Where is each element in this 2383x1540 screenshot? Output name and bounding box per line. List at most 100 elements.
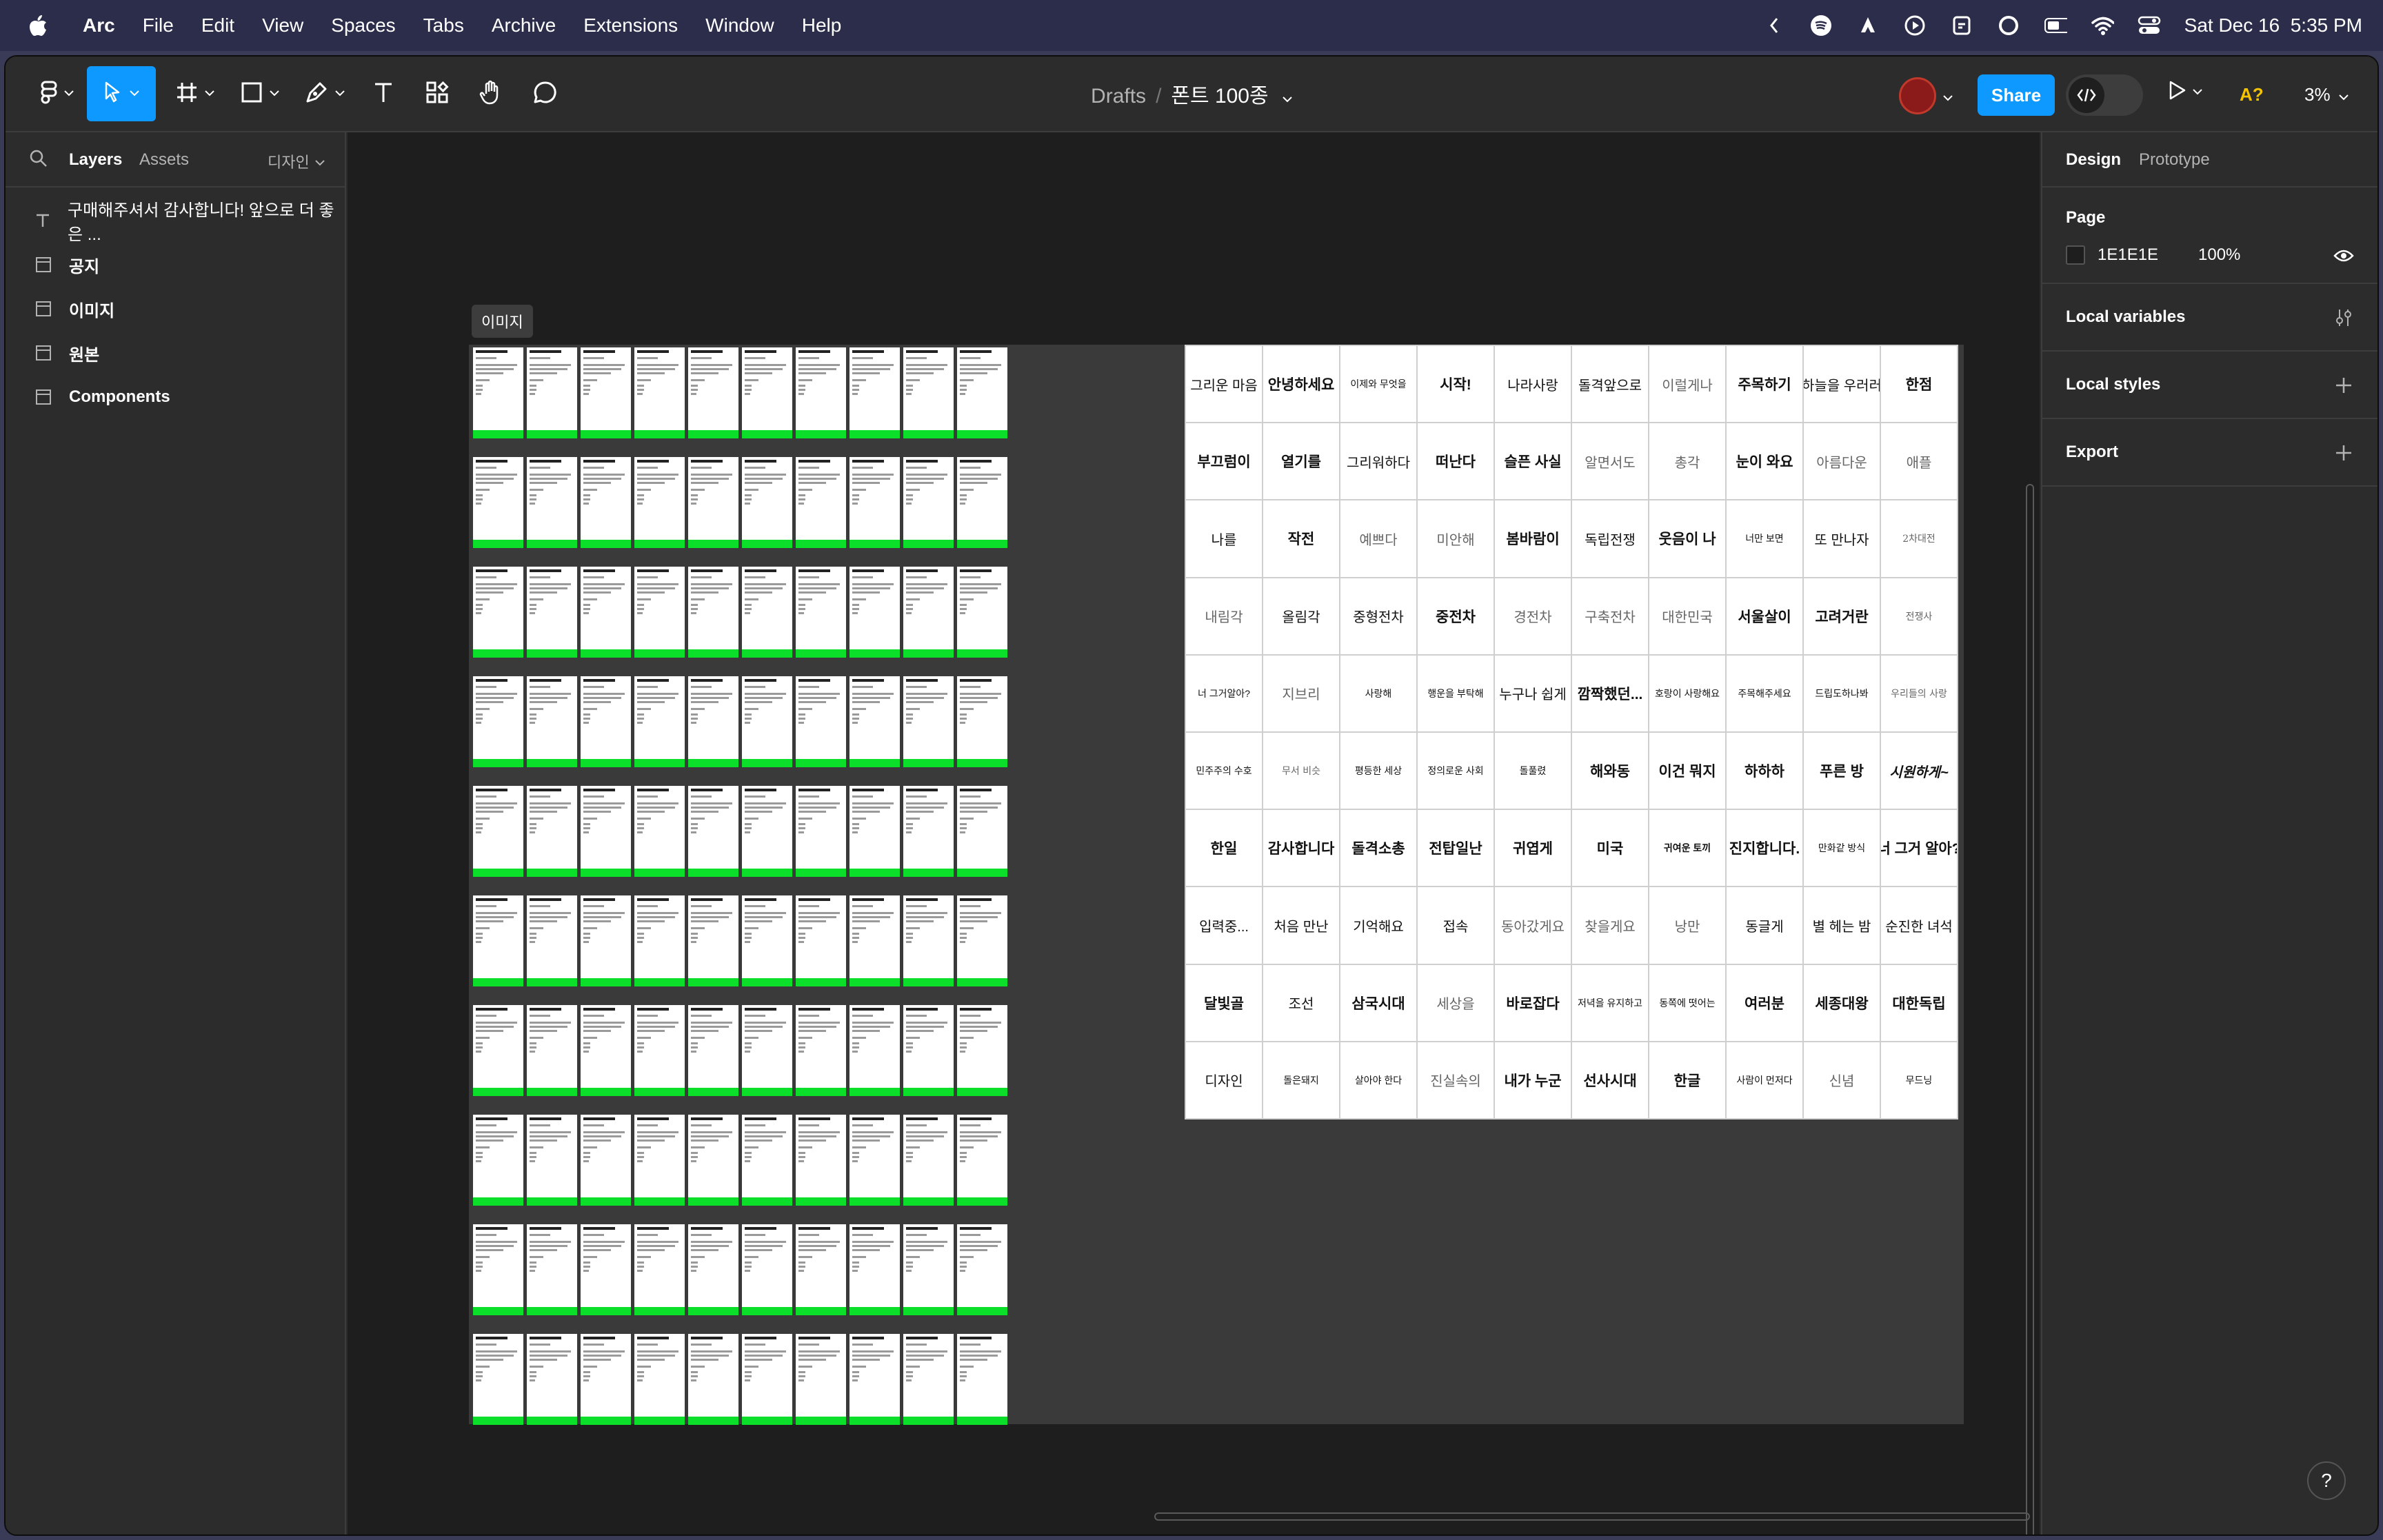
font-sample-cell[interactable]: 조선	[1263, 964, 1339, 1041]
font-sample-cell[interactable]: 총각	[1649, 423, 1725, 500]
page-thumbnail[interactable]	[903, 347, 954, 438]
font-sample-cell[interactable]: 구축전차	[1572, 578, 1648, 654]
image-frame[interactable]: 그리운 마음 안녕하세요 이제와 무엇을 시작! 나라사랑 돌격앞으로 이럴게나 주목하기 하늘…	[469, 345, 1964, 1425]
font-sample-cell[interactable]: 순진한 녀석	[1881, 887, 1957, 964]
font-sample-cell[interactable]: 시작!	[1418, 346, 1494, 423]
page-thumbnail[interactable]	[688, 347, 738, 438]
font-sample-cell[interactable]: 살아야 한다	[1340, 1042, 1416, 1118]
apple-icon[interactable]	[28, 14, 48, 37]
page-thumbnail[interactable]	[473, 786, 523, 877]
page-thumbnail[interactable]	[903, 676, 954, 767]
font-sample-cell[interactable]: 주목하기	[1727, 346, 1802, 423]
font-sample-cell[interactable]: 귀여운 토끼	[1649, 810, 1725, 886]
page-thumbnail[interactable]	[688, 457, 738, 548]
breadcrumb-drafts[interactable]: Drafts	[1091, 85, 1146, 108]
font-sample-cell[interactable]: 별 헤는 밤	[1804, 887, 1880, 964]
font-sample-cell[interactable]: 만화같 방식	[1804, 810, 1880, 886]
zoom-control[interactable]: 3%	[2304, 84, 2349, 105]
page-thumbnail[interactable]	[688, 1334, 738, 1425]
page-thumbnail[interactable]	[796, 457, 846, 548]
page-thumbnail[interactable]	[742, 1224, 792, 1315]
page-thumbnail[interactable]	[957, 457, 1007, 548]
page-thumbnail[interactable]	[796, 1224, 846, 1315]
dev-mode-toggle[interactable]	[2066, 74, 2143, 116]
page-thumbnail[interactable]	[796, 1005, 846, 1096]
font-sample-cell[interactable]: 나라사랑	[1495, 346, 1571, 423]
page-thumbnail[interactable]	[473, 457, 523, 548]
font-sample-cell[interactable]: 지브리	[1263, 655, 1339, 731]
page-thumbnail[interactable]	[742, 1334, 792, 1425]
sliders-icon[interactable]	[2333, 307, 2354, 328]
search-icon[interactable]	[29, 149, 50, 170]
wifi-icon[interactable]	[2091, 14, 2114, 37]
page-thumbnail[interactable]	[742, 1115, 792, 1206]
page-thumbnail[interactable]	[742, 457, 792, 548]
font-sample-cell[interactable]: 호랑이 사랑해요	[1649, 655, 1725, 731]
avatar[interactable]	[1899, 77, 1936, 114]
page-thumbnail[interactable]	[634, 676, 685, 767]
page-thumbnail[interactable]	[957, 347, 1007, 438]
page-thumbnail[interactable]	[957, 895, 1007, 986]
vertical-scrollbar[interactable]	[2026, 484, 2034, 1534]
page-thumbnail[interactable]	[957, 1005, 1007, 1096]
layer-item-components[interactable]: Components	[6, 375, 345, 419]
page-thumbnail[interactable]	[957, 786, 1007, 877]
page-thumbnail[interactable]	[634, 1224, 685, 1315]
font-sample-cell[interactable]: 낭만	[1649, 887, 1725, 964]
font-sample-cell[interactable]: 내림각	[1186, 578, 1262, 654]
page-thumbnail[interactable]	[581, 1334, 631, 1425]
font-sample-cell[interactable]: 그리워하다	[1340, 423, 1416, 500]
font-sample-cell[interactable]: 경전차	[1495, 578, 1571, 654]
font-sample-cell[interactable]: 누구나 쉽게	[1495, 655, 1571, 731]
page-thumbnail[interactable]	[527, 457, 577, 548]
font-sample-cell[interactable]: 너 그거 알아?	[1881, 810, 1957, 886]
menu-app-name[interactable]: Arc	[83, 14, 115, 37]
page-thumbnail[interactable]	[473, 1334, 523, 1425]
font-sample-cell[interactable]: 귀엽게	[1495, 810, 1571, 886]
menubar-datetime[interactable]: Sat Dec 16 5:35 PM	[2184, 14, 2362, 37]
page-thumbnail[interactable]	[742, 347, 792, 438]
font-sample-cell[interactable]: 선사시대	[1572, 1042, 1648, 1118]
font-sample-cell[interactable]: 사랑해	[1340, 655, 1416, 731]
font-sample-cell[interactable]: 내가 누군	[1495, 1042, 1571, 1118]
font-sample-cell[interactable]: 중전차	[1418, 578, 1494, 654]
font-sample-cell[interactable]: 정의로운 사회	[1418, 732, 1494, 809]
font-sample-cell[interactable]: 세상을	[1418, 964, 1494, 1041]
font-sample-cell[interactable]: 중형전차	[1340, 578, 1416, 654]
circle-icon[interactable]	[1997, 14, 2020, 37]
font-sample-cell[interactable]: 바로잡다	[1495, 964, 1571, 1041]
page-thumbnail[interactable]	[473, 567, 523, 658]
font-sample-cell[interactable]: 기억해요	[1340, 887, 1416, 964]
plus-icon[interactable]	[2333, 443, 2354, 463]
page-thumbnail[interactable]	[903, 1334, 954, 1425]
font-sample-cell[interactable]: 이제와 무엇을	[1340, 346, 1416, 423]
font-sample-cell[interactable]: 너만 보면	[1727, 500, 1802, 577]
app-store-icon[interactable]	[1856, 14, 1880, 37]
page-thumbnail[interactable]	[849, 786, 900, 877]
page-thumbnail[interactable]	[688, 1005, 738, 1096]
font-sample-cell[interactable]: 민주주의 수호	[1186, 732, 1262, 809]
page-thumbnail[interactable]	[688, 567, 738, 658]
font-sample-cell[interactable]: 너 그거알아?	[1186, 655, 1262, 731]
font-sample-cell[interactable]: 처음 만난	[1263, 887, 1339, 964]
page-thumbnail[interactable]	[581, 1005, 631, 1096]
font-sample-cell[interactable]: 저녁을 유지하고	[1572, 964, 1648, 1041]
font-sample-cell[interactable]: 신념	[1804, 1042, 1880, 1118]
page-thumbnail[interactable]	[634, 1334, 685, 1425]
font-sample-cell[interactable]: 입력중...	[1186, 887, 1262, 964]
page-thumbnail[interactable]	[957, 1334, 1007, 1425]
page-thumbnail[interactable]	[688, 676, 738, 767]
font-sample-cell[interactable]: 또 만나자	[1804, 500, 1880, 577]
font-sample-cell[interactable]: 이럴게나	[1649, 346, 1725, 423]
font-sample-cell[interactable]: 아름다운	[1804, 423, 1880, 500]
page-thumbnail[interactable]	[473, 1224, 523, 1315]
font-sample-cell[interactable]: 돌격앞으로	[1572, 346, 1648, 423]
font-sample-cell[interactable]: 돌은돼지	[1263, 1042, 1339, 1118]
page-thumbnail[interactable]	[527, 1224, 577, 1315]
font-sample-cell[interactable]: 슬픈 사실	[1495, 423, 1571, 500]
page-thumbnail[interactable]	[688, 1115, 738, 1206]
menu-extensions[interactable]: Extensions	[583, 14, 678, 37]
font-sample-cell[interactable]: 진지합니다.	[1727, 810, 1802, 886]
font-sample-cell[interactable]: 해와동	[1572, 732, 1648, 809]
tab-assets[interactable]: Assets	[139, 150, 189, 170]
